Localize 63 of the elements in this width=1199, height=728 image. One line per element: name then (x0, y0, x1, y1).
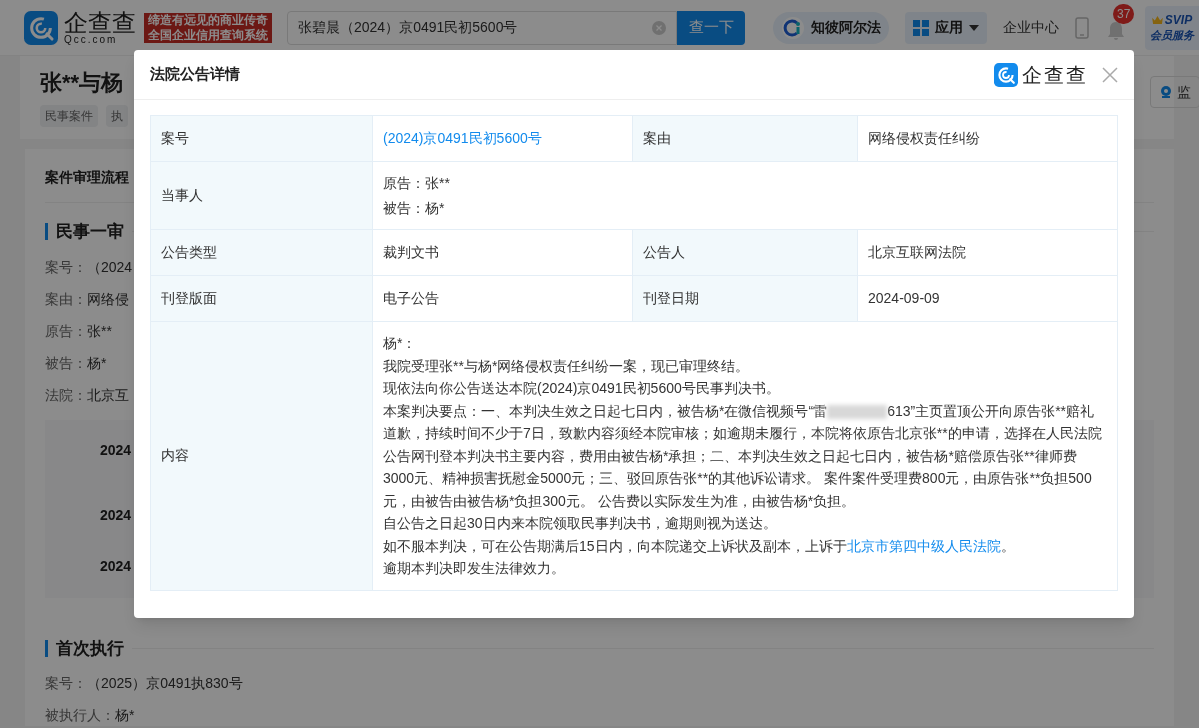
notice-paragraph: 自公告之日起30日内来本院领取民事判决书，逾期则视为送达。 (383, 514, 778, 533)
vip-button[interactable]: SVIP 会员服务 (1145, 5, 1199, 50)
search-field[interactable]: 张碧晨（2024）京0491民初5600号 (287, 10, 677, 45)
field-label: 当事人 (151, 162, 373, 230)
slogan-text: 缔造有远见的商业传奇 (148, 12, 268, 28)
case-tag: 民事案件 (40, 105, 98, 127)
notice-paragraph: 如不服本判决，可在公告期满后15日内，向本院递交上诉状及副本，上诉于北京市第四中级人民法院。 (383, 536, 1016, 556)
timeline-date: 2024 (100, 556, 132, 576)
close-icon[interactable] (1102, 66, 1118, 83)
phone-icon[interactable] (1075, 16, 1089, 39)
field-label: 刊登版面 (151, 276, 373, 322)
alpha-button[interactable]: 知彼阿尔法 (773, 11, 889, 44)
caret-icon (969, 24, 979, 31)
logo-icon (24, 10, 58, 45)
brand-text: 企查查 (1022, 62, 1088, 88)
notice-paragraph: 本案判决要点：一、本判决生效之日起七日内，被告杨*在微信视频号“雷 613”主页置顶公开向原告张**赔礼道歉，持续时间不少于7日，致歉内容须经本院审核；如逾期未履行，本院将依原告北京张**的申请，选择在人民法院公告网刊登本判决书主要内容，费用由被告杨*承担；二、本判决生效之日起七日内，被告杨*赔偿原告张**律师费3000元、精神损害抚慰金5000元；三、驳回原告张**的其他诉讼请求。 案件案件受理费800元，由原告张**负担500元，由被告由被告杨*负担300元。 公告费以实际发生为准，由被告杨*负担。 (383, 401, 1103, 511)
enterprise-center-link[interactable]: 企业中心 (1003, 17, 1059, 38)
field-label: 刊登日期 (633, 276, 858, 322)
timeline-date: 2024 (100, 440, 132, 460)
apps-menu-button[interactable]: 应用 (905, 11, 987, 44)
timeline-date: 2024 (100, 505, 132, 525)
field-label: 内容 (151, 322, 373, 591)
notice-paragraph: 逾期本判决即发生法律效力。 (383, 559, 566, 578)
stage-title: 首次执行 (56, 637, 124, 660)
notification-badge: 37 (1113, 3, 1135, 24)
ai-logo-icon (781, 15, 805, 40)
logo-subtext: Qcc.com (64, 34, 119, 45)
case-field: 案由：网络侵 (45, 288, 129, 310)
field-label: 公告类型 (151, 230, 373, 276)
case-field: 被告：杨* (45, 352, 107, 374)
logo-icon (994, 62, 1018, 87)
clear-icon[interactable] (652, 20, 666, 35)
field-value: 电子公告 (383, 289, 439, 308)
case-number-link[interactable]: (2024)京0491民初5600号 (383, 128, 542, 149)
search-button[interactable]: 查一下 (677, 10, 745, 45)
party-text: 原告：张** (383, 173, 450, 193)
field-label: 案号 (151, 116, 373, 162)
notice-paragraph: 杨*： (383, 334, 418, 353)
case-field: 法院：北京互 (45, 384, 129, 406)
stage-title: 民事一审 (56, 221, 124, 243)
field-label: 公告人 (633, 230, 858, 276)
case-field: 原告：张** (45, 320, 112, 342)
monitor-button[interactable]: 监 (1150, 76, 1199, 108)
case-field: 案号：（2025）京0491执830号 (45, 673, 243, 694)
logo-text: 企查查 (64, 10, 136, 35)
redaction-blur (827, 404, 888, 419)
field-value: 网络侵权责任纠纷 (868, 129, 980, 148)
dialog-title: 法院公告详情 (150, 64, 240, 85)
case-field: 被执行人：杨* (45, 705, 135, 726)
notice-paragraph: 现依法向你公告送达本院(2024)京0491民初5600号民事判决书。 (383, 379, 781, 398)
grid-icon (913, 19, 929, 36)
bell-icon[interactable] (1105, 19, 1127, 42)
field-label: 案由 (633, 116, 858, 162)
crown-icon (1151, 16, 1163, 24)
case-tag: 执 (106, 105, 128, 127)
case-title: 张**与杨 (40, 69, 125, 97)
field-value: 北京互联网法院 (868, 243, 966, 262)
field-value: 裁判文书 (383, 243, 439, 262)
field-value: 2024-09-09 (868, 289, 940, 308)
slogan-text: 全国企业信用查询系统 (148, 27, 268, 43)
notice-paragraph: 我院受理张**与杨*网络侵权责任纠纷一案，现已审理终结。 (383, 356, 751, 376)
case-field: 案号：（2024 (45, 256, 133, 278)
court-link[interactable]: 北京市第四中级人民法院 (846, 537, 1001, 554)
